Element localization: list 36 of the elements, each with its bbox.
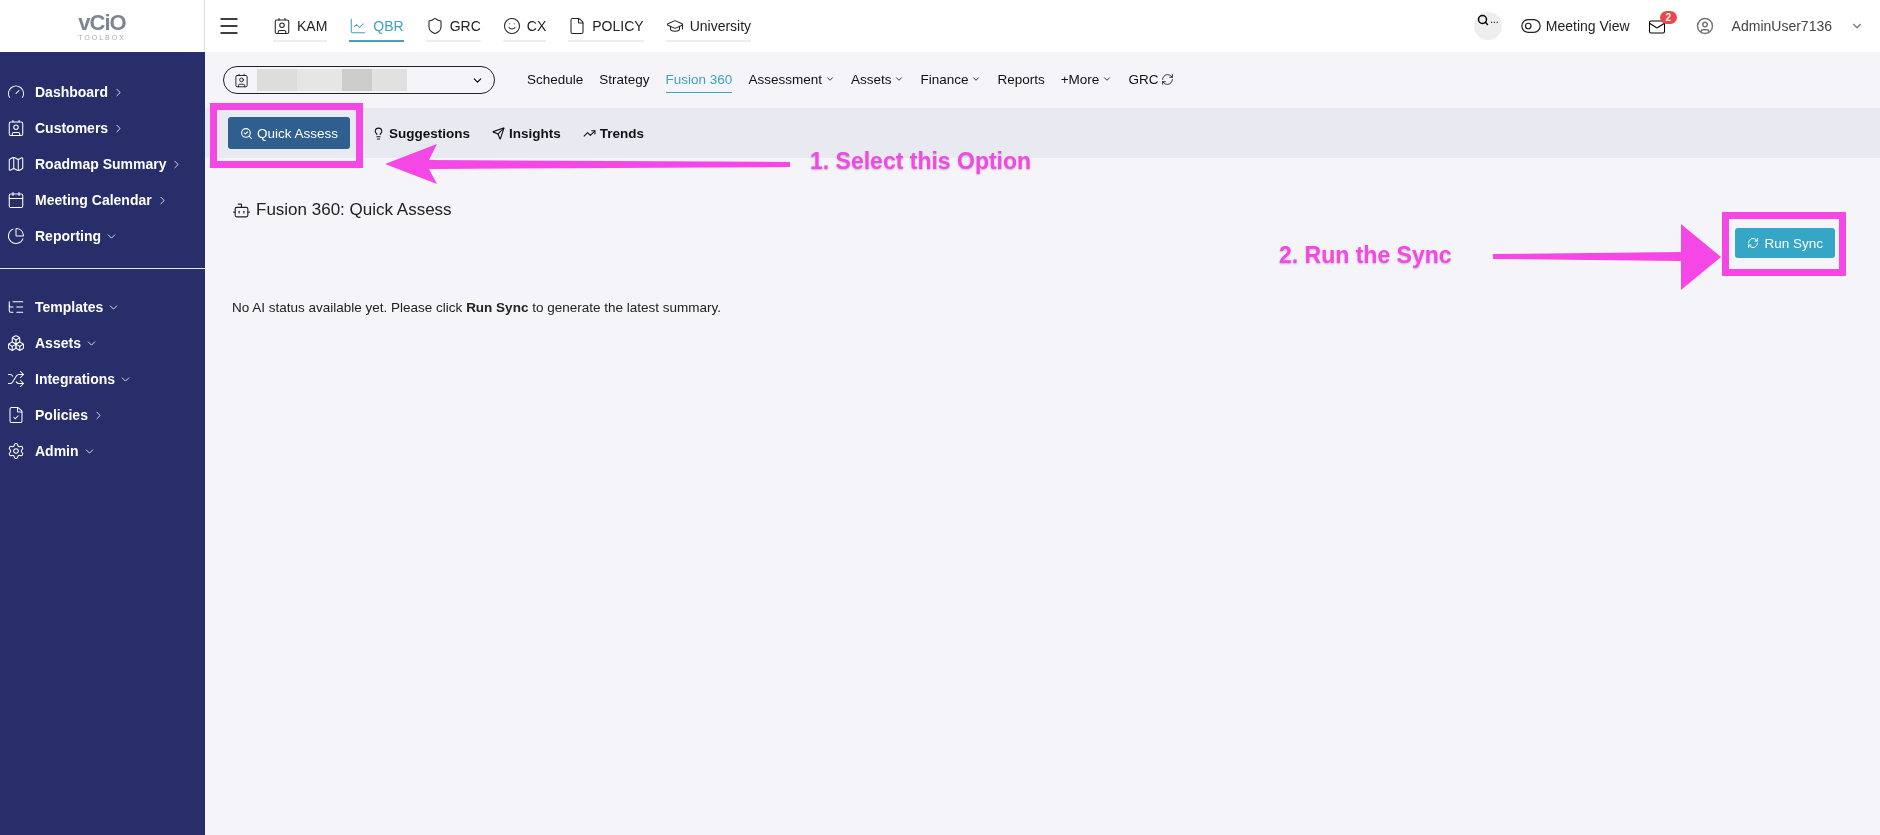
nav-tab[interactable]: KAM: [273, 10, 328, 42]
meeting-view-toggle[interactable]: Meeting View: [1519, 15, 1630, 37]
annotation-text: 1. Select this Option: [810, 148, 1032, 175]
sidebar-item[interactable]: Meeting Calendar: [0, 182, 205, 218]
sidebar-item[interactable]: Roadmap Summary: [0, 146, 205, 182]
user-name[interactable]: AdminUser7136: [1731, 18, 1832, 34]
sidebar-item[interactable]: Customers: [0, 110, 205, 146]
nav-tab[interactable]: CX: [502, 10, 547, 42]
logo-mark: vCiO: [78, 11, 126, 34]
annotation-text: 2. Run the Sync: [1279, 242, 1452, 269]
search-button[interactable]: ...: [1473, 12, 1502, 40]
nav-tab[interactable]: POLICY: [568, 10, 644, 42]
module-tab[interactable]: GRC: [1128, 67, 1175, 93]
module-tab[interactable]: Finance: [920, 67, 982, 93]
sub-tab[interactable]: Quick Assess: [228, 117, 351, 149]
sidebar-item[interactable]: Integrations: [0, 361, 205, 397]
nav-tab[interactable]: University: [665, 10, 752, 42]
module-tab[interactable]: Assessment: [748, 67, 835, 93]
sidebar-item[interactable]: Admin: [0, 433, 205, 469]
sidebar-item[interactable]: Dashboard: [0, 74, 205, 110]
sidebar-item[interactable]: Reporting: [0, 218, 205, 254]
panel-title: Fusion 360: Quick Assess: [256, 200, 452, 220]
status-message: No AI status available yet. Please click Run Sync to generate the latest summary.: [232, 300, 722, 315]
module-tab[interactable]: Reports: [997, 67, 1045, 93]
module-tab[interactable]: +More: [1060, 67, 1113, 93]
module-tab[interactable]: Strategy: [599, 67, 650, 93]
nav-tab[interactable]: GRC: [425, 10, 481, 42]
sidebar-item[interactable]: Policies: [0, 397, 205, 433]
sub-tab[interactable]: Insights: [492, 125, 561, 141]
sidebar-item[interactable]: Assets: [0, 325, 205, 361]
module-tab[interactable]: Assets: [850, 67, 905, 93]
notification-badge: 2: [1659, 11, 1678, 24]
sidebar-item[interactable]: Templates: [0, 289, 205, 325]
sub-tab[interactable]: Trends: [582, 125, 645, 141]
sub-tab[interactable]: Suggestions: [372, 125, 471, 141]
module-tab[interactable]: Schedule: [527, 67, 584, 93]
